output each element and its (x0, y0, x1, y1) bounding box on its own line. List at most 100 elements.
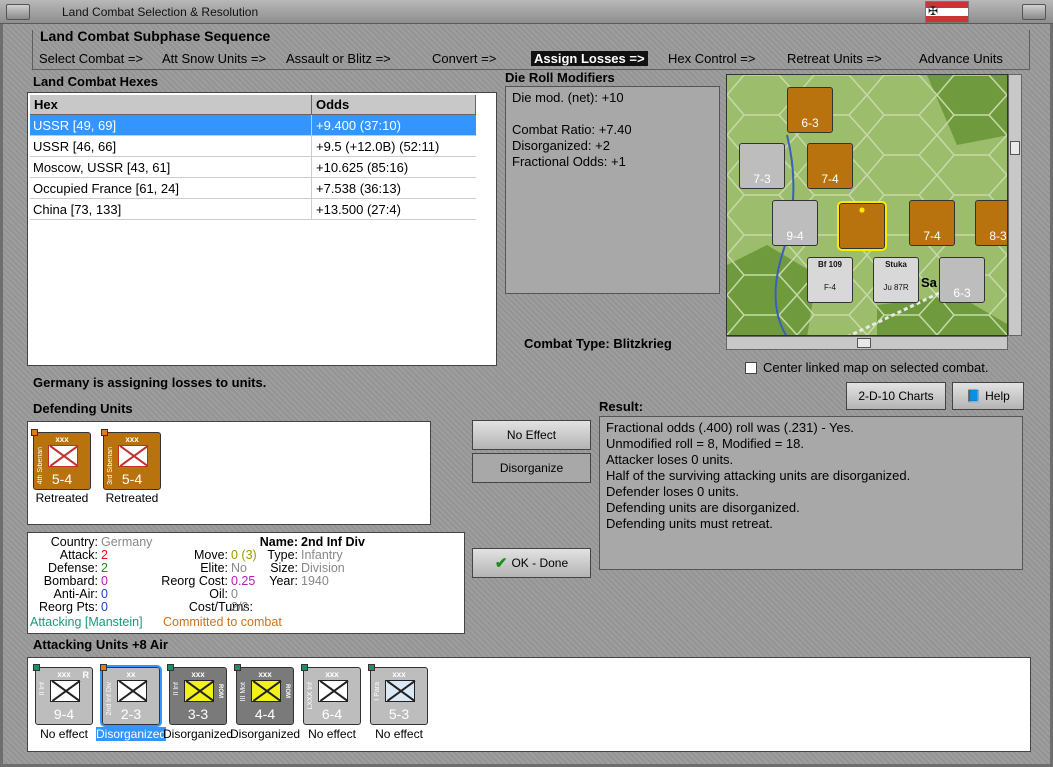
ok-done-label: OK - Done (511, 556, 569, 570)
fractional-odds-mod: Fractional Odds: +1 (512, 154, 626, 169)
close-icon[interactable] (1022, 4, 1046, 20)
center-map-checkbox[interactable] (745, 362, 757, 374)
defender-unit-counter[interactable]: xxx 3rd Siberian 5-4 (101, 429, 161, 490)
map-unit-counter[interactable]: 7-4 (909, 200, 955, 246)
disorganize-label: Disorganize (499, 461, 564, 475)
menu-icon[interactable] (6, 4, 30, 20)
table-row[interactable]: China [73, 133] +13.500 (27:4) (30, 199, 476, 220)
map-horizontal-scrollbar[interactable] (726, 336, 1008, 350)
air-unit-label: Stuka (885, 260, 907, 269)
committed-status: Committed to combat (163, 615, 282, 629)
unit-name: III Mot (240, 682, 247, 702)
combat-type: Combat Type: Blitzkrieg (524, 336, 672, 351)
column-divider (311, 115, 312, 136)
ok-done-button[interactable]: ✔ OK - Done (472, 548, 591, 578)
map-unit-counter[interactable]: 6-3 (787, 87, 833, 133)
map-unit-counter[interactable]: 9-4 (772, 200, 818, 246)
result-box: Fractional odds (.400) roll was (.231) -… (599, 416, 1023, 570)
unit-size: xxx (55, 435, 69, 444)
title-bar: Land Combat Selection & Resolution (0, 0, 1053, 24)
hexes-table: Hex Odds USSR [49, 69] +9.400 (37:10) US… (27, 92, 497, 366)
map-vertical-scrollbar[interactable] (1008, 74, 1022, 336)
unit-status: No effect (375, 727, 423, 741)
unit-info-box: Country: Germany Attack: 2 Defense: 2 Bo… (27, 532, 465, 634)
table-row[interactable]: USSR [49, 69] +9.400 (37:10) (30, 115, 476, 136)
selected-defender-counter[interactable]: ✸ (837, 201, 887, 251)
disorganize-button[interactable]: Disorganize (472, 453, 591, 483)
infantry-icon (318, 680, 348, 702)
col-hex-header[interactable]: Hex (30, 95, 312, 115)
map-unit-counter[interactable]: 7-4 (807, 143, 853, 189)
attacker-unit-counter[interactable]: xxx I Para 5-3 (368, 664, 428, 725)
reorg-cost-value: 0.25 (231, 574, 256, 588)
map-unit-counter[interactable]: 6-3 (939, 257, 985, 303)
map-unit-value: 7-4 (923, 229, 941, 243)
map-unit-value: 8-3 (989, 229, 1007, 243)
move-label: Move: (193, 548, 228, 562)
infantry-icon (118, 445, 148, 467)
air-unit-counter[interactable]: Bf 109 F-4 (807, 257, 853, 303)
motorized-icon (251, 680, 281, 702)
status-message: Germany is assigning losses to units. (33, 375, 267, 390)
map-unit-counter[interactable]: 8-3 (975, 200, 1007, 246)
unit-value: 6-4 (321, 706, 343, 722)
attack-value: 2 (101, 548, 108, 562)
seq-step-assign-losses: Assign Losses => (531, 51, 648, 66)
table-row[interactable]: Moscow, USSR [43, 61] +10.625 (85:16) (30, 157, 476, 178)
attacker-unit-counter[interactable]: xxx ROM III Mot 4-4 (234, 664, 294, 725)
defense-value: 2 (101, 561, 108, 575)
col-odds-header[interactable]: Odds (312, 95, 476, 115)
unit-tag: ROM (217, 684, 223, 698)
unit-status: Disorganized (96, 727, 167, 741)
attacker-unit-counter[interactable]: xxx LXXX Inf 6-4 (301, 664, 361, 725)
help-button[interactable]: 📘 Help (952, 382, 1024, 410)
result-line: Unmodified roll = 8, Modified = 18. (606, 436, 804, 451)
map-city-label: Sa (921, 275, 937, 290)
defender-unit-counter[interactable]: xxx 4th Siberian 5-4 (31, 429, 91, 490)
hex-cell: Moscow, USSR [43, 61] (33, 160, 171, 175)
linked-map[interactable]: 6-3 7-3 7-4 9-4 7-4 8-3 ✸ 6-3 Bf 109 F-4… (726, 74, 1008, 336)
size-value: Division (301, 561, 345, 575)
antiair-value: 0 (101, 587, 108, 601)
checkmark-icon: ✔ (494, 555, 508, 572)
attacking-label: Attacking Units +8 Air (33, 637, 168, 652)
charts-button[interactable]: 2-D-10 Charts (846, 382, 946, 410)
attacker-unit-counter[interactable]: xxx ROM II Inf 3-3 (167, 664, 227, 725)
attacker-unit-counter[interactable]: xxx R II Inf 9-4 (33, 664, 93, 725)
disorganized-mod: Disorganized: +2 (512, 138, 610, 153)
odds-cell: +9.400 (37:10) (316, 118, 401, 133)
oil-value: 0 (231, 587, 238, 601)
table-row[interactable]: Occupied France [61, 24] +7.538 (36:13) (30, 178, 476, 199)
cost-value: 2/2 (231, 600, 249, 614)
scroll-thumb[interactable] (1010, 141, 1020, 155)
unit-name: II Inf (173, 682, 180, 696)
table-row[interactable]: USSR [46, 66] +9.5 (+12.0B) (52:11) (30, 136, 476, 157)
name-value: 2nd Inf Div (301, 535, 365, 549)
elite-label: Elite: (200, 561, 228, 575)
hex-cell: China [73, 133] (33, 202, 122, 217)
infantry-icon (117, 680, 147, 702)
unit-status: Disorganized (230, 727, 301, 741)
no-effect-button[interactable]: No Effect (472, 420, 591, 450)
unit-status: No effect (308, 727, 356, 741)
scroll-thumb[interactable] (857, 338, 871, 348)
air-unit-sub: Ju 87R (883, 283, 909, 292)
map-unit-counter[interactable]: 7-3 (739, 143, 785, 189)
result-line: Fractional odds (.400) roll was (.231) -… (606, 420, 854, 435)
reorg-pts-label: Reorg Pts: (38, 600, 98, 614)
help-button-label: Help (985, 389, 1010, 403)
attacker-unit-counter-selected[interactable]: xx 2nd Inf Div 2-3 (100, 664, 162, 727)
defense-label: Defense: (47, 561, 98, 575)
unit-value: 5-4 (51, 471, 73, 487)
move-value: 0 (3) (231, 548, 257, 562)
air-unit-counter[interactable]: Stuka Ju 87R (873, 257, 919, 303)
combat-type-value: Blitzkrieg (613, 336, 672, 351)
type-label: Type: (267, 548, 298, 562)
die-mod-net: Die mod. (net): +10 (512, 90, 624, 105)
hexes-label: Land Combat Hexes (33, 74, 158, 89)
elite-value: No (231, 561, 247, 575)
unit-tag: ROM (284, 684, 290, 698)
result-line: Defending units must retreat. (606, 516, 773, 531)
result-line: Defending units are disorganized. (606, 500, 800, 515)
unit-size: xx (126, 670, 136, 679)
